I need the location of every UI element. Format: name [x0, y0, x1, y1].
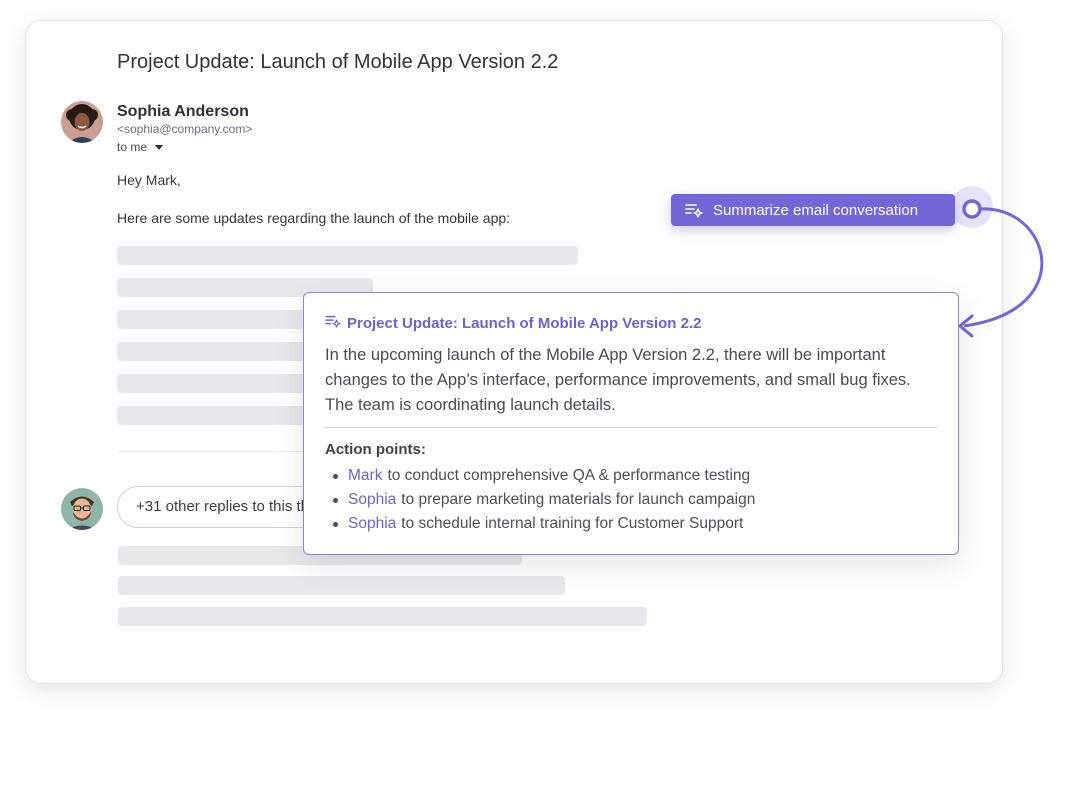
recipient-label: to me [117, 140, 148, 154]
email-greeting: Hey Mark, [117, 172, 181, 188]
action-point: Mark to conduct comprehensive QA & perfo… [325, 464, 755, 488]
action-point-person[interactable]: Sophia [348, 488, 396, 512]
sender-avatar[interactable] [61, 101, 103, 143]
action-point: Sophia to prepare marketing materials fo… [325, 488, 755, 512]
bullet-icon [333, 521, 338, 527]
action-points-heading: Action points: [325, 441, 426, 458]
summary-title: Project Update: Launch of Mobile App Ver… [347, 314, 702, 332]
summary-title-row: Project Update: Launch of Mobile App Ver… [325, 314, 702, 332]
summary-card: Project Update: Launch of Mobile App Ver… [303, 292, 959, 555]
divider [119, 451, 309, 452]
email-intro: Here are some updates regarding the laun… [117, 210, 511, 226]
action-points-list: Mark to conduct comprehensive QA & perfo… [325, 464, 755, 536]
email-subject: Project Update: Launch of Mobile App Ver… [117, 51, 559, 73]
action-point-person[interactable]: Sophia [348, 512, 396, 536]
sender-email: <sophia@company.com> [117, 122, 253, 136]
connector-arrow [958, 199, 1044, 338]
sparkle-list-icon [685, 202, 703, 218]
summary-divider [325, 427, 938, 428]
placeholder-line [118, 576, 565, 595]
sender-name: Sophia Anderson [117, 103, 249, 120]
action-point-text: to conduct comprehensive QA & performanc… [387, 467, 751, 484]
summary-text: In the upcoming launch of the Mobile App… [325, 346, 911, 414]
action-point: Sophia to schedule internal training for… [325, 512, 755, 536]
sparkle-list-icon [325, 314, 341, 332]
placeholder-line [117, 246, 578, 265]
summarize-email-button[interactable]: Summarize email conversation [671, 194, 955, 226]
recipient-dropdown[interactable]: to me [117, 140, 164, 154]
summarize-button-label: Summarize email conversation [713, 201, 919, 219]
action-point-text: to schedule internal training for Custom… [401, 515, 744, 532]
placeholder-line [118, 607, 647, 626]
action-point-person[interactable]: Mark [348, 464, 382, 488]
bullet-icon [333, 497, 338, 503]
reply-avatar[interactable] [61, 488, 103, 530]
bullet-icon [333, 473, 338, 479]
action-point-text: to prepare marketing materials for launc… [401, 491, 756, 508]
caret-down-icon [155, 144, 164, 150]
